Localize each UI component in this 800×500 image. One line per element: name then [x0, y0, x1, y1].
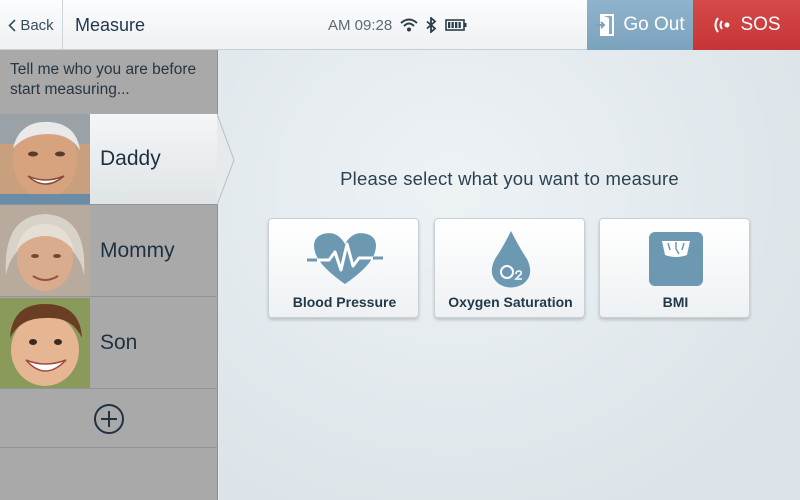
profile-name: Mommy — [100, 239, 175, 262]
measure-prompt: Please select what you want to measure — [340, 168, 679, 189]
go-out-button[interactable]: Go Out — [587, 0, 693, 50]
main-panel: Please select what you want to measure B… — [219, 50, 800, 500]
alarm-signal-icon — [714, 17, 730, 33]
add-profile-button[interactable] — [0, 390, 218, 448]
profile-name: Daddy — [100, 147, 161, 170]
avatar-mommy — [0, 206, 90, 296]
sos-button[interactable]: SOS — [693, 0, 800, 50]
profile-daddy[interactable]: Daddy — [0, 114, 235, 205]
go-out-label: Go Out — [623, 14, 685, 35]
chevron-left-icon — [8, 18, 16, 32]
option-label: Oxygen Saturation — [448, 294, 573, 310]
bluetooth-icon — [426, 17, 437, 33]
sos-label: SOS — [740, 14, 781, 35]
profile-mommy[interactable]: Mommy — [0, 206, 218, 297]
profile-sidebar: Tell me who you are before start measuri… — [0, 50, 235, 500]
back-label: Back — [20, 16, 54, 34]
oxygen-saturation-option[interactable]: Oxygen Saturation — [434, 218, 585, 318]
battery-icon — [445, 19, 467, 31]
bmi-option[interactable]: BMI — [599, 218, 750, 318]
status-bar: AM 09:28 — [328, 0, 467, 50]
exit-door-icon — [596, 14, 615, 36]
option-label: Blood Pressure — [292, 294, 397, 310]
avatar-daddy — [0, 114, 90, 204]
oxygen-drop-icon — [491, 231, 530, 288]
profile-son[interactable]: Son — [0, 298, 218, 389]
back-button[interactable]: Back — [0, 0, 63, 50]
option-label: BMI — [662, 294, 689, 310]
blood-pressure-option[interactable]: Blood Pressure — [268, 218, 419, 318]
selection-arrow — [217, 114, 235, 205]
top-bar: Back Measure AM 09:28 Go Out SOS — [0, 0, 800, 50]
wifi-icon — [400, 18, 418, 32]
select-user-prompt: Tell me who you are before start measuri… — [10, 61, 197, 98]
profile-name: Son — [100, 331, 138, 354]
page-title: Measure — [75, 15, 146, 35]
scale-icon — [648, 232, 703, 286]
plus-circle-icon — [94, 403, 124, 434]
clock: AM 09:28 — [328, 16, 393, 34]
heart-pulse-icon — [306, 233, 383, 284]
avatar-son — [0, 298, 90, 388]
